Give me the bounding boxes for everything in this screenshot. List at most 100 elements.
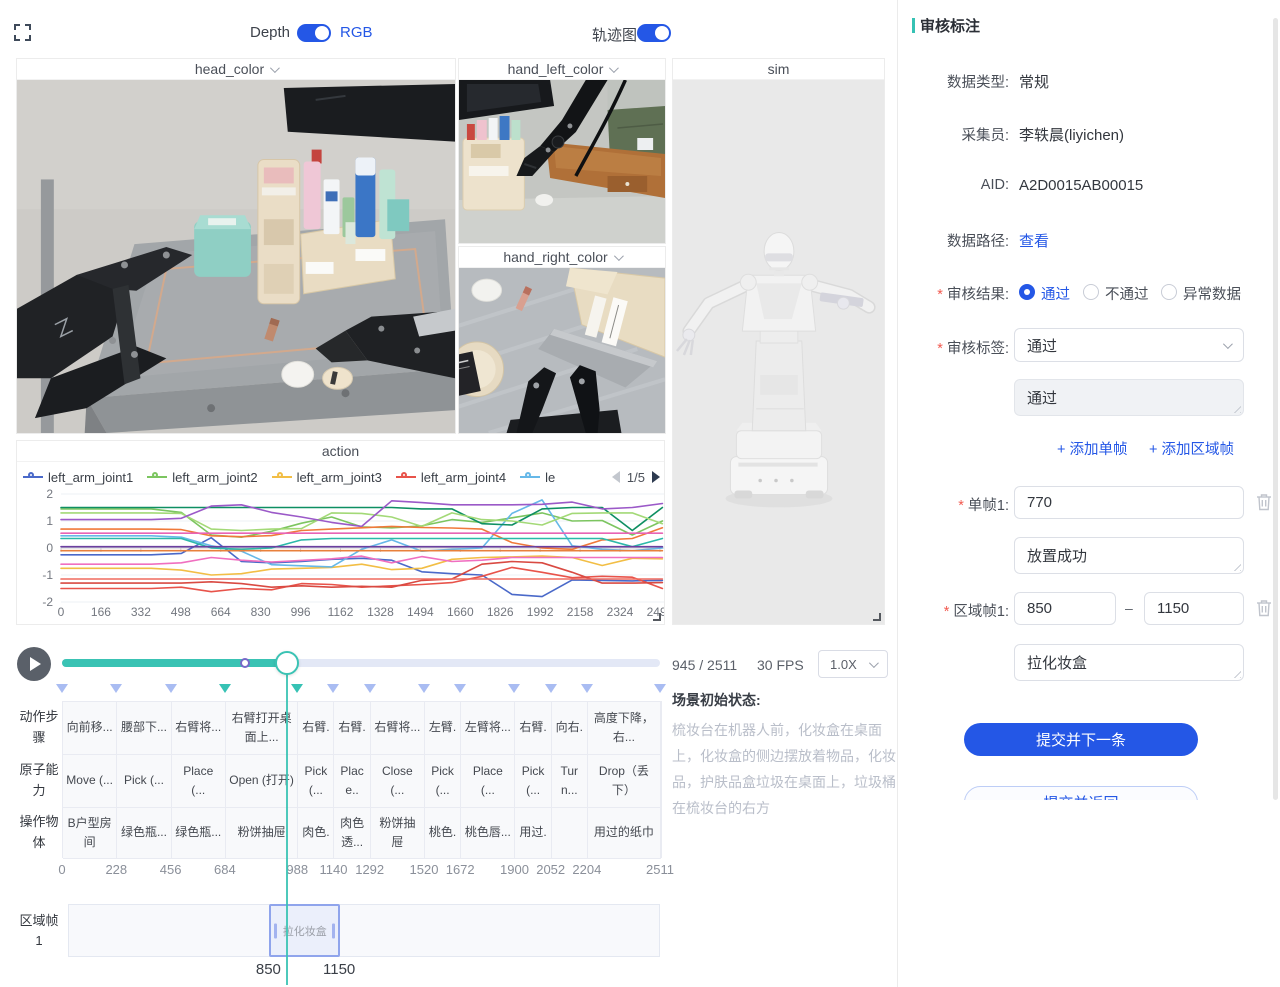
step-cell[interactable]: 右臂. [334,702,370,755]
step-cell[interactable]: 右臂将... [172,702,226,755]
step-cell[interactable]: 高度下降，右... [588,702,661,755]
step-cell[interactable]: 向右. [552,702,588,755]
trajectory-toggle[interactable] [637,24,671,42]
resize-handle-icon[interactable] [653,613,661,621]
step-cell[interactable]: Close (... [371,755,425,808]
drag-handle-right-icon[interactable] [332,923,335,938]
step-cell-text: 右臂. [299,717,332,738]
resize-handle-icon[interactable] [873,613,881,621]
depth-rgb-toggle[interactable] [297,24,331,42]
step-cell[interactable]: Turn... [552,755,588,808]
hand-right-color-title[interactable]: hand_right_color [459,247,665,268]
head-color-title[interactable]: head_color [17,59,455,80]
timeline-marker-icon[interactable] [508,684,520,693]
step-cell[interactable]: Place (... [461,755,515,808]
legend-item[interactable]: left_arm_joint3 [272,470,382,485]
legend-marker-icon [147,472,167,482]
add-region-frame-link[interactable]: + 添加区域帧 [1149,438,1234,459]
legend-next-icon[interactable] [652,471,660,483]
single-frame-note[interactable]: 放置成功 [1014,537,1244,574]
timeline-marker-icon[interactable] [454,684,466,693]
review-tag-note[interactable]: 通过 [1014,379,1244,416]
radio-fail-label[interactable]: 不通过 [1105,283,1149,304]
radio-pass-label[interactable]: 通过 [1041,283,1070,304]
data-path-link[interactable]: 查看 [1019,230,1049,251]
step-cell[interactable]: 右臂. [515,702,551,755]
timeline-marker-icon[interactable] [364,684,376,693]
timeline-marker-icon[interactable] [327,684,339,693]
step-cell-text: 右臂将... [371,717,423,738]
submit-return-button[interactable]: 提交并返回 [964,786,1198,800]
timeline-marker-icon[interactable] [291,684,303,693]
step-cell[interactable]: 桃色. [425,808,461,859]
playback-slider[interactable] [62,659,660,667]
radio-abnormal-label[interactable]: 异常数据 [1183,283,1241,304]
timeline-marker-icon[interactable] [56,684,68,693]
legend-item[interactable]: left_arm_joint4 [396,470,506,485]
step-cell[interactable]: 用过. [515,808,551,859]
hand-right-color-image [459,268,665,433]
step-cell[interactable]: 右臂. [298,702,334,755]
step-cell[interactable]: 右臂将... [371,702,425,755]
region-end-input[interactable]: 1150 [1144,592,1244,625]
radio-fail[interactable] [1083,284,1099,300]
hand-left-color-title[interactable]: hand_left_color [459,59,665,80]
timeline-marker-icon[interactable] [110,684,122,693]
submit-next-button[interactable]: 提交并下一条 [964,723,1198,756]
radio-pass[interactable] [1019,284,1035,300]
step-cell[interactable]: 腰部下... [117,702,171,755]
step-cell[interactable]: 左臂. [425,702,461,755]
step-cell[interactable]: 肉色. [298,808,334,859]
step-cell[interactable]: 左臂将... [461,702,515,755]
review-tag-label: 审核标签: [898,337,1009,358]
review-tag-select[interactable]: 通过 [1014,328,1244,362]
region-start-input[interactable]: 850 [1014,592,1116,625]
region-frame-block[interactable]: 拉化妆盒 [269,904,340,957]
step-cell[interactable]: Place (... [172,755,226,808]
legend-item[interactable]: le [520,470,555,485]
single-frame-input[interactable]: 770 [1014,486,1244,519]
legend-item[interactable]: left_arm_joint1 [23,470,133,485]
chevron-down-icon [869,658,879,668]
legend-item[interactable]: left_arm_joint2 [147,470,257,485]
step-cell[interactable]: 绿色瓶... [117,808,171,859]
step-cell[interactable]: Pick (... [515,755,551,808]
step-cell[interactable]: 肉色透... [334,808,370,859]
step-cell[interactable]: 桃色唇... [461,808,515,859]
delete-region-frame-icon[interactable] [1256,599,1272,617]
delete-single-frame-icon[interactable] [1256,493,1272,511]
legend-item-label: left_arm_joint4 [421,470,506,485]
step-cell[interactable] [552,808,588,859]
region-frame-note[interactable]: 拉化妆盒 [1014,644,1244,681]
play-button[interactable] [17,647,51,681]
step-cell[interactable]: Move (... [63,755,117,808]
sim-viewport[interactable] [673,80,884,624]
timeline-marker-icon[interactable] [654,684,666,693]
step-cell[interactable]: 绿色瓶... [172,808,226,859]
scrollbar-thumb[interactable] [1273,18,1278,800]
speed-select[interactable]: 1.0X [818,650,888,678]
step-cell[interactable]: 用过的纸巾 [588,808,661,859]
radio-abnormal[interactable] [1161,284,1177,300]
timeline-marker-icon[interactable] [219,684,231,693]
slider-handle[interactable] [275,651,299,675]
step-cell[interactable]: Drop（丢下） [588,755,661,808]
axis-tick-label: 0 [58,862,65,877]
step-cell[interactable]: 向前移... [63,702,117,755]
region-frame-track[interactable]: 拉化妆盒 [68,904,660,957]
step-cell[interactable]: 粉饼抽屉 [371,808,425,859]
timeline-marker-icon[interactable] [165,684,177,693]
timeline-marker-icon[interactable] [418,684,430,693]
step-cell[interactable]: Place.. [334,755,370,808]
legend-prev-icon[interactable] [612,471,620,483]
step-cell[interactable]: B户型房间 [63,808,117,859]
add-single-frame-link[interactable]: + 添加单帧 [1057,438,1128,459]
timeline-marker-icon[interactable] [581,684,593,693]
fullscreen-icon[interactable] [14,24,31,41]
step-cell[interactable]: Pick (... [298,755,334,808]
drag-handle-left-icon[interactable] [274,923,277,938]
timeline-marker-icon[interactable] [545,684,557,693]
step-cell[interactable]: Pick (... [117,755,171,808]
step-cell[interactable]: Pick (... [425,755,461,808]
svg-text:0: 0 [46,541,53,555]
